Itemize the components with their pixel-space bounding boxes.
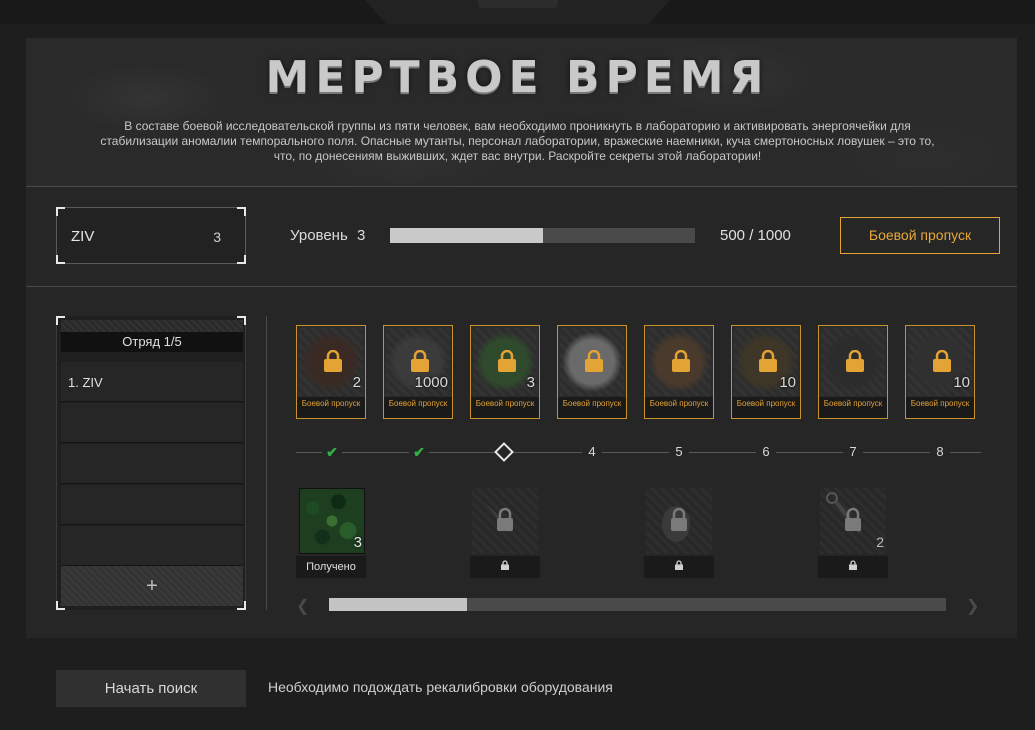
reward-label: Боевой пропуск — [906, 397, 974, 418]
player-card-frame — [56, 207, 246, 264]
free-reward-1-status: Получено — [296, 556, 366, 578]
free-reward-3-lock-icon — [662, 506, 690, 542]
small-lock-icon — [675, 560, 683, 570]
event-title: МЕРТВОЕ ВРЕМЯ — [265, 52, 770, 103]
reward-label: Боевой пропуск — [297, 397, 365, 418]
recalibration-wait-text: Необходимо подождать рекалибровки оборуд… — [268, 679, 613, 695]
keychain-reward-icon[interactable]: 2 — [820, 488, 886, 554]
reward-qty: 10 — [953, 374, 970, 391]
level-node-5: 5 — [669, 444, 689, 460]
lock-icon — [933, 350, 951, 372]
xp-text: 500 / 1000 — [720, 227, 791, 244]
reward-qty: 3 — [526, 374, 535, 391]
level-track-line — [296, 452, 981, 453]
event-description: В составе боевой исследовательской групп… — [100, 119, 935, 163]
level-1-completed-check-icon: ✔ — [322, 444, 342, 460]
start-search-button[interactable]: Начать поиск — [56, 670, 246, 707]
top-bar — [0, 0, 1035, 24]
credits-reward-icon[interactable]: 1000 Боевой пропуск — [383, 325, 453, 419]
badge-reward-icon[interactable]: 2 Боевой пропуск — [296, 325, 366, 419]
reward-label: Боевой пропуск — [819, 397, 887, 418]
level-label: Уровень — [290, 227, 348, 244]
level-node-6: 6 — [756, 444, 776, 460]
free-reward-2-lock-icon — [484, 502, 513, 532]
token-reward-icon[interactable]: Боевой пропуск — [557, 325, 627, 419]
reward-label: Боевой пропуск — [645, 397, 713, 418]
free-reward-4-qty: 2 — [876, 534, 884, 550]
battle-pass-button[interactable]: Боевой пропуск — [840, 217, 1000, 254]
reward-qty: 1000 — [414, 374, 448, 391]
crate-reward-icon[interactable]: 10 Боевой пропуск — [731, 325, 801, 419]
section-divider — [26, 286, 1017, 287]
level-value: 3 — [357, 227, 366, 244]
lock-icon — [411, 350, 429, 372]
level-node-8: 8 — [930, 444, 950, 460]
header-divider — [26, 186, 1017, 187]
level-2-completed-check-icon: ✔ — [409, 444, 429, 460]
lock-icon — [846, 350, 864, 372]
ammo-reward-icon[interactable]: 10 Боевой пропуск — [905, 325, 975, 419]
knife-reward-icon[interactable]: Боевой пропуск — [818, 325, 888, 419]
reward-qty: 10 — [779, 374, 796, 391]
squad-panel-frame — [56, 316, 246, 610]
free-reward-1-qty: 3 — [353, 534, 362, 551]
level-node-7: 7 — [843, 444, 863, 460]
mask-reward-icon[interactable]: Боевой пропуск — [644, 325, 714, 419]
scroll-left-chevron-icon[interactable]: ❮ — [296, 596, 309, 616]
free-reward-2-lock-bar — [470, 556, 540, 578]
reward-label: Боевой пропуск — [732, 397, 800, 418]
small-lock-icon — [849, 560, 857, 570]
reward-qty: 2 — [352, 374, 361, 391]
knife-reward-icon[interactable] — [472, 488, 538, 554]
lock-icon — [324, 350, 342, 372]
free-reward-4-lock-bar — [818, 556, 888, 578]
reward-scrollbar-thumb[interactable] — [329, 598, 467, 611]
vertical-separator — [266, 316, 267, 610]
xp-progress-bar — [390, 228, 695, 243]
reward-scrollbar[interactable] — [329, 598, 946, 611]
lock-icon — [585, 350, 603, 372]
lock-icon — [672, 350, 690, 372]
level-node-4: 4 — [582, 444, 602, 460]
camo-reward-icon[interactable]: 3 — [299, 488, 365, 554]
top-notch-tab — [478, 0, 558, 8]
xp-progress-fill — [390, 228, 543, 243]
reward-label: Боевой пропуск — [471, 397, 539, 418]
lock-icon — [759, 350, 777, 372]
reward-label: Боевой пропуск — [384, 397, 452, 418]
weapon-paint-reward-icon[interactable]: 3 Боевой пропуск — [470, 325, 540, 419]
free-reward-3-lock-bar — [644, 556, 714, 578]
grenade-reward-icon[interactable] — [646, 488, 712, 554]
lock-icon — [498, 350, 516, 372]
scroll-right-chevron-icon[interactable]: ❯ — [966, 596, 979, 616]
small-lock-icon — [501, 560, 509, 570]
reward-label: Боевой пропуск — [558, 397, 626, 418]
